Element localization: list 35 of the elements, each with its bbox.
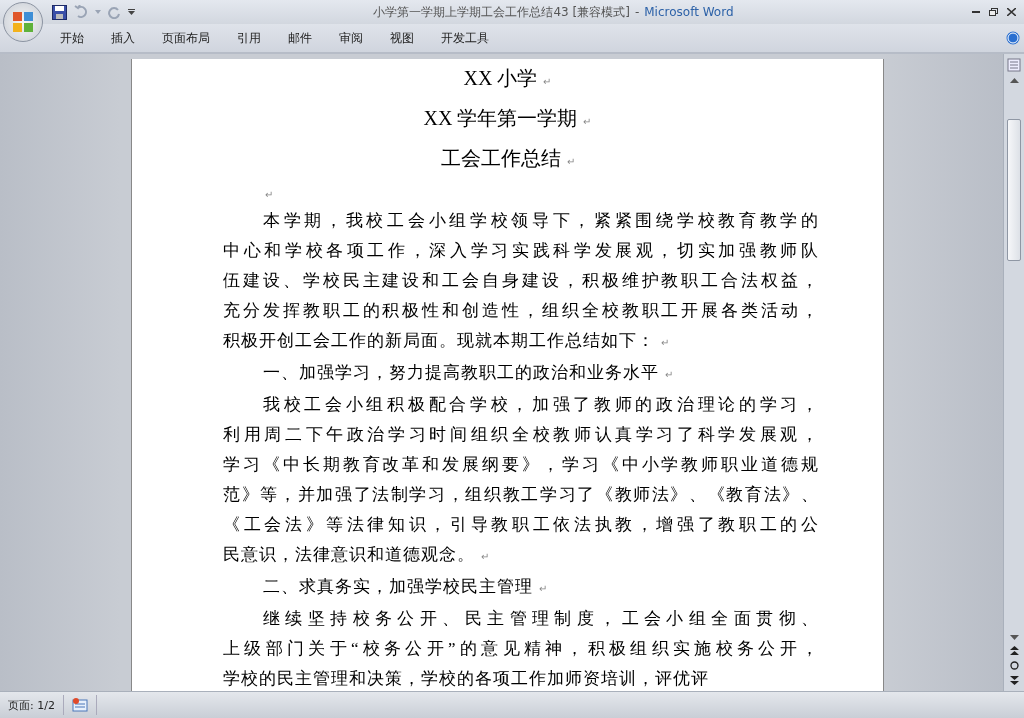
- close-icon[interactable]: [1007, 8, 1016, 16]
- ribbon-tab[interactable]: 插入: [111, 29, 135, 47]
- customize-caret-icon[interactable]: [128, 9, 135, 15]
- paragraph-mark: ↵: [265, 189, 273, 200]
- ribbon-tab[interactable]: 邮件: [288, 29, 312, 47]
- ribbon-tab[interactable]: 审阅: [339, 29, 363, 47]
- app-name: Microsoft Word: [644, 4, 734, 19]
- next-page-icon[interactable]: [1009, 676, 1019, 685]
- paragraph: 一、加强学习，努力提高教职工的政治和业务水平 ↵: [262, 362, 675, 384]
- office-logo-icon: [10, 9, 36, 35]
- window-title: 小学第一学期上学期工会工作总结43 [兼容模式]: [373, 4, 630, 19]
- scroll-down-icon[interactable]: [1009, 635, 1019, 640]
- previous-page-icon[interactable]: [1009, 646, 1019, 655]
- page-count[interactable]: 页面: 1/2: [0, 695, 64, 715]
- ribbon-tab[interactable]: 开发工具: [441, 29, 489, 47]
- document-title: XX 学年第一学期 ↵: [423, 107, 592, 129]
- paragraph: 本学期，我校工会小组学校领导下，紧紧围绕学校教育教学的 中心和学校各项工作，深入学习实践科学发展观，切实加强教师队 伍建设、学校民主建设和工会自身建设，积极维护教职工合法权益， 充分发挥教职工的积极性和创造性，组织全校教职工开展各类活动， 积极开创工会工作的新局面。现就本期工作总结如下： ↵: [223, 210, 819, 352]
- office-button[interactable]: [3, 2, 43, 42]
- ribbon-tab[interactable]: 视图: [390, 29, 414, 47]
- browse-object-icon[interactable]: [1009, 661, 1019, 670]
- paragraph: 我校工会小组积极配合学校，加强了教师的政治理论的学习， 利用周二下午政治学习时间组织全校教师认真学习了科学发展观， 学习《中长期教育改革和发展纲要》，学习《中小学教师职业道德规 范》等，并加强了法制学习，组织教工学习了《教师法》、《教育法》、 《工会法》等法律知识，引导教职工依法执教，增强了教职工的公 民意识，法律意识和道德观念。 ↵: [223, 394, 819, 566]
- paragraph: 继续坚持校务公开、民主管理制度，工会小组全面贯彻、 上级部门关于“校务公开”的意见精神，积极组织实施校务公开， 学校的民主管理和决策，学校的各项工作加师资培训，评优评: [223, 608, 819, 690]
- scrollbar-thumb[interactable]: [1007, 119, 1021, 261]
- document-title: XX 小学 ↵: [463, 67, 552, 89]
- document-title: 工会工作总结 ↵: [440, 147, 575, 169]
- scroll-up-icon[interactable]: [1009, 78, 1019, 83]
- paragraph: 二、求真务实，加强学校民主管理 ↵: [262, 576, 549, 598]
- title-separator: -: [634, 4, 640, 19]
- save-icon[interactable]: [52, 4, 67, 20]
- restore-icon[interactable]: [989, 8, 998, 16]
- ribbon-tab[interactable]: 页面布局: [162, 29, 210, 47]
- minimize-icon[interactable]: [972, 10, 980, 14]
- document-check-icon[interactable]: [71, 698, 88, 712]
- ribbon-tab[interactable]: 引用: [237, 29, 261, 47]
- ribbon-tab[interactable]: 开始: [60, 29, 84, 47]
